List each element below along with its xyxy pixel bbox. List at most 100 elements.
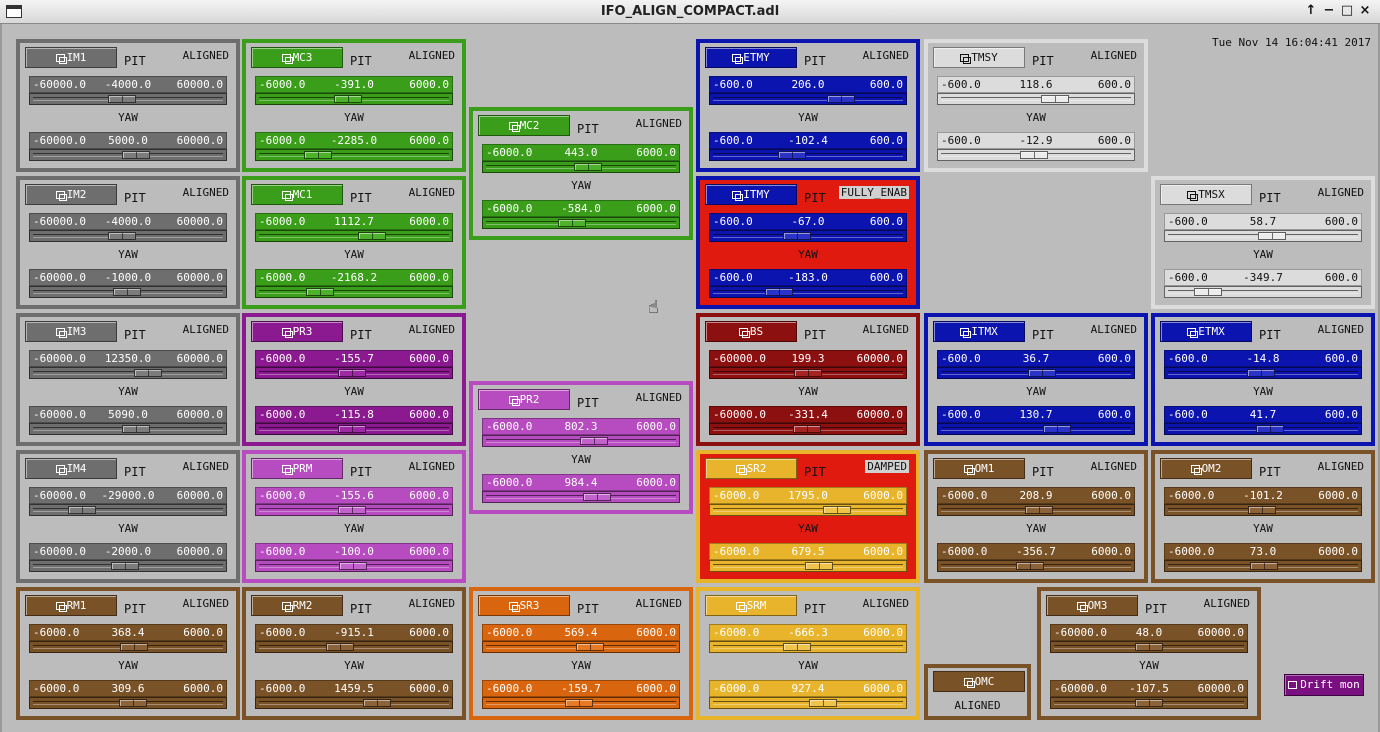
slider-thumb[interactable] bbox=[1246, 369, 1275, 377]
tmsx-pit-slider[interactable] bbox=[1164, 230, 1362, 242]
im1-pit-slider[interactable] bbox=[29, 93, 227, 105]
om2-yaw-slider[interactable] bbox=[1164, 560, 1362, 572]
slider-thumb[interactable] bbox=[765, 288, 794, 296]
slider-thumb[interactable] bbox=[1027, 369, 1056, 377]
slider-thumb[interactable] bbox=[1042, 425, 1071, 433]
slider-thumb[interactable] bbox=[107, 95, 136, 103]
srm-yaw-slider[interactable] bbox=[709, 697, 907, 709]
slider-thumb[interactable] bbox=[305, 288, 334, 296]
pr3-yaw-slider[interactable] bbox=[255, 423, 453, 435]
om2-pit-slider[interactable] bbox=[1164, 504, 1362, 516]
tmsy-pit-slider[interactable] bbox=[937, 93, 1135, 105]
prm-yaw-slider[interactable] bbox=[255, 560, 453, 572]
mc1-open-button[interactable]: MC1 bbox=[251, 184, 343, 205]
rm1-pit-slider[interactable] bbox=[29, 641, 227, 653]
mc1-yaw-slider[interactable] bbox=[255, 286, 453, 298]
pr2-pit-slider[interactable] bbox=[482, 435, 680, 447]
slider-thumb[interactable] bbox=[122, 151, 150, 159]
im2-yaw-slider[interactable] bbox=[29, 286, 227, 298]
slider-thumb[interactable] bbox=[574, 163, 602, 171]
slider-thumb[interactable] bbox=[783, 232, 812, 240]
itmy-yaw-slider[interactable] bbox=[709, 286, 907, 298]
slider-thumb[interactable] bbox=[118, 699, 147, 707]
etmx-open-button[interactable]: ETMX bbox=[1160, 321, 1252, 342]
etmy-pit-slider[interactable] bbox=[709, 93, 907, 105]
itmy-open-button[interactable]: ITMY bbox=[705, 184, 797, 205]
mc1-pit-slider[interactable] bbox=[255, 230, 453, 242]
slider-thumb[interactable] bbox=[68, 506, 96, 514]
slider-thumb[interactable] bbox=[338, 425, 367, 433]
itmy-pit-slider[interactable] bbox=[709, 230, 907, 242]
slider-thumb[interactable] bbox=[112, 288, 141, 296]
window-close-icon[interactable]: × bbox=[1356, 2, 1374, 20]
prm-pit-slider[interactable] bbox=[255, 504, 453, 516]
sr3-pit-slider[interactable] bbox=[482, 641, 680, 653]
rm2-pit-slider[interactable] bbox=[255, 641, 453, 653]
slider-thumb[interactable] bbox=[337, 369, 366, 377]
slider-thumb[interactable] bbox=[303, 151, 332, 159]
window-minimize-icon[interactable]: − bbox=[1320, 2, 1338, 20]
sr2-open-button[interactable]: SR2 bbox=[705, 458, 797, 479]
im1-open-button[interactable]: IM1 bbox=[25, 47, 117, 68]
slider-thumb[interactable] bbox=[363, 699, 392, 707]
mc2-yaw-slider[interactable] bbox=[482, 217, 680, 229]
mc3-open-button[interactable]: MC3 bbox=[251, 47, 343, 68]
slider-thumb[interactable] bbox=[1250, 562, 1279, 570]
bs-pit-slider[interactable] bbox=[709, 367, 907, 379]
bs-yaw-slider[interactable] bbox=[709, 423, 907, 435]
slider-thumb[interactable] bbox=[133, 369, 162, 377]
slider-thumb[interactable] bbox=[110, 562, 139, 570]
slider-thumb[interactable] bbox=[1016, 562, 1045, 570]
drift-mon-button[interactable]: Drift mon bbox=[1284, 674, 1364, 696]
sr2-pit-slider[interactable] bbox=[709, 504, 907, 516]
slider-thumb[interactable] bbox=[325, 643, 354, 651]
etmy-open-button[interactable]: ETMY bbox=[705, 47, 797, 68]
pr2-yaw-slider[interactable] bbox=[482, 491, 680, 503]
slider-thumb[interactable] bbox=[582, 493, 611, 501]
slider-thumb[interactable] bbox=[333, 95, 362, 103]
slider-thumb[interactable] bbox=[826, 95, 855, 103]
slider-thumb[interactable] bbox=[822, 506, 851, 514]
rm2-yaw-slider[interactable] bbox=[255, 697, 453, 709]
slider-thumb[interactable] bbox=[1040, 95, 1069, 103]
im3-open-button[interactable]: IM3 bbox=[25, 321, 117, 342]
im4-pit-slider[interactable] bbox=[29, 504, 227, 516]
rm1-open-button[interactable]: RM1 bbox=[25, 595, 117, 616]
im4-yaw-slider[interactable] bbox=[29, 560, 227, 572]
slider-thumb[interactable] bbox=[777, 151, 806, 159]
slider-thumb[interactable] bbox=[808, 699, 837, 707]
itmx-pit-slider[interactable] bbox=[937, 367, 1135, 379]
om1-open-button[interactable]: OM1 bbox=[933, 458, 1025, 479]
mc2-open-button[interactable]: MC2 bbox=[478, 115, 570, 136]
srm-pit-slider[interactable] bbox=[709, 641, 907, 653]
tmsy-open-button[interactable]: TMSY bbox=[933, 47, 1025, 68]
mc2-pit-slider[interactable] bbox=[482, 161, 680, 173]
slider-thumb[interactable] bbox=[107, 232, 136, 240]
window-maximize-icon[interactable]: □ bbox=[1338, 2, 1356, 20]
srm-open-button[interactable]: SRM bbox=[705, 595, 797, 616]
slider-thumb[interactable] bbox=[564, 699, 593, 707]
om3-pit-slider[interactable] bbox=[1050, 641, 1248, 653]
window-raise-icon[interactable]: ↑ bbox=[1302, 2, 1320, 20]
im3-pit-slider[interactable] bbox=[29, 367, 227, 379]
im3-yaw-slider[interactable] bbox=[29, 423, 227, 435]
tmsx-yaw-slider[interactable] bbox=[1164, 286, 1362, 298]
slider-thumb[interactable] bbox=[1258, 232, 1287, 240]
slider-thumb[interactable] bbox=[122, 425, 150, 433]
etmx-pit-slider[interactable] bbox=[1164, 367, 1362, 379]
slider-thumb[interactable] bbox=[804, 562, 833, 570]
slider-thumb[interactable] bbox=[1135, 643, 1163, 651]
prm-open-button[interactable]: PRM bbox=[251, 458, 343, 479]
slider-thumb[interactable] bbox=[793, 425, 822, 433]
im2-open-button[interactable]: IM2 bbox=[25, 184, 117, 205]
slider-thumb[interactable] bbox=[1193, 288, 1222, 296]
im1-yaw-slider[interactable] bbox=[29, 149, 227, 161]
slider-thumb[interactable] bbox=[783, 643, 812, 651]
pr3-open-button[interactable]: PR3 bbox=[251, 321, 343, 342]
slider-thumb[interactable] bbox=[1134, 699, 1163, 707]
pr3-pit-slider[interactable] bbox=[255, 367, 453, 379]
rm1-yaw-slider[interactable] bbox=[29, 697, 227, 709]
pr2-open-button[interactable]: PR2 bbox=[478, 389, 570, 410]
im4-open-button[interactable]: IM4 bbox=[25, 458, 117, 479]
itmx-open-button[interactable]: ITMX bbox=[933, 321, 1025, 342]
